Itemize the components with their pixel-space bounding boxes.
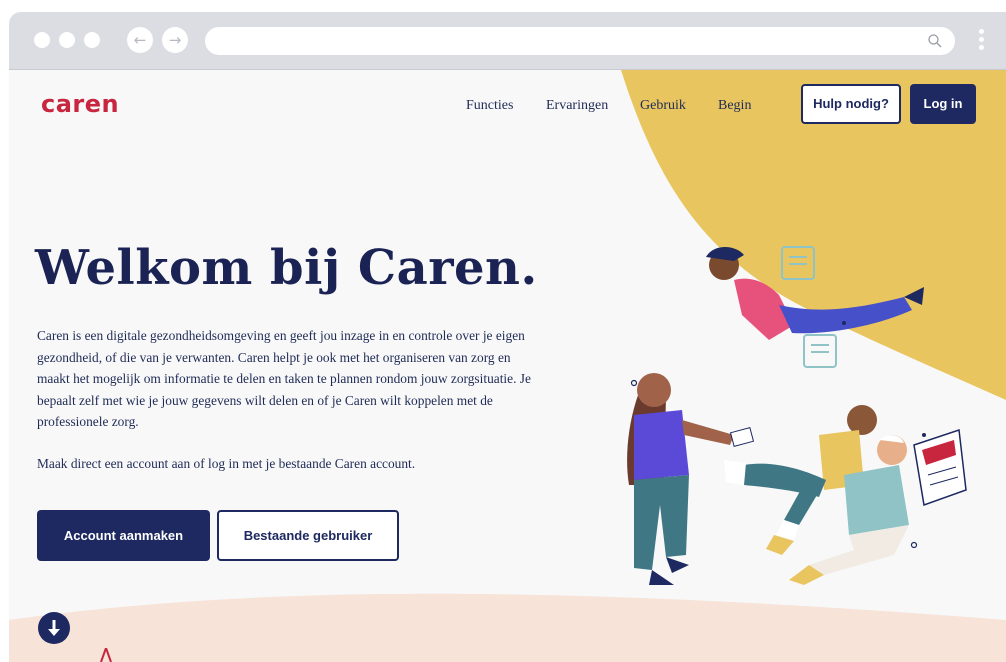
browser-toolbar: ← → <box>9 12 1006 70</box>
mouse-cursor-icon <box>100 648 112 662</box>
nav-functies[interactable]: Functies <box>466 98 513 114</box>
kebab-menu-icon[interactable] <box>979 29 985 53</box>
page-title: Welkom bij Caren. <box>35 240 538 296</box>
call-to-action-text: Maak direct een account aan of log in me… <box>37 456 416 471</box>
window-control-close[interactable] <box>34 32 50 48</box>
arrow-down-icon <box>48 620 60 636</box>
address-bar[interactable] <box>205 27 955 55</box>
arrow-left-icon[interactable]: ← <box>127 27 153 53</box>
browser-window: ← → caren Functies Ervaringen Gebruik Be… <box>9 12 1006 662</box>
people-illustration <box>627 246 967 585</box>
arrow-right-icon[interactable]: → <box>162 27 188 53</box>
caren-logo[interactable]: caren <box>41 90 119 118</box>
landing-page: caren Functies Ervaringen Gebruik Begin … <box>9 70 1006 662</box>
create-account-button[interactable]: Account aanmaken <box>37 510 210 561</box>
search-icon[interactable] <box>927 33 943 49</box>
window-control-minimize[interactable] <box>59 32 75 48</box>
nav-begin[interactable]: Begin <box>718 98 751 114</box>
nav-gebruik[interactable]: Gebruik <box>640 98 686 114</box>
wave-divider <box>9 593 1006 662</box>
login-button[interactable]: Log in <box>910 84 976 124</box>
existing-user-button[interactable]: Bestaande gebruiker <box>217 510 399 561</box>
help-button[interactable]: Hulp nodig? <box>801 84 901 124</box>
nav-ervaringen[interactable]: Ervaringen <box>546 98 608 114</box>
window-control-maximize[interactable] <box>84 32 100 48</box>
scroll-down-button[interactable] <box>38 612 70 644</box>
intro-text: Caren is een digitale gezondheidsomgevin… <box>37 328 531 429</box>
